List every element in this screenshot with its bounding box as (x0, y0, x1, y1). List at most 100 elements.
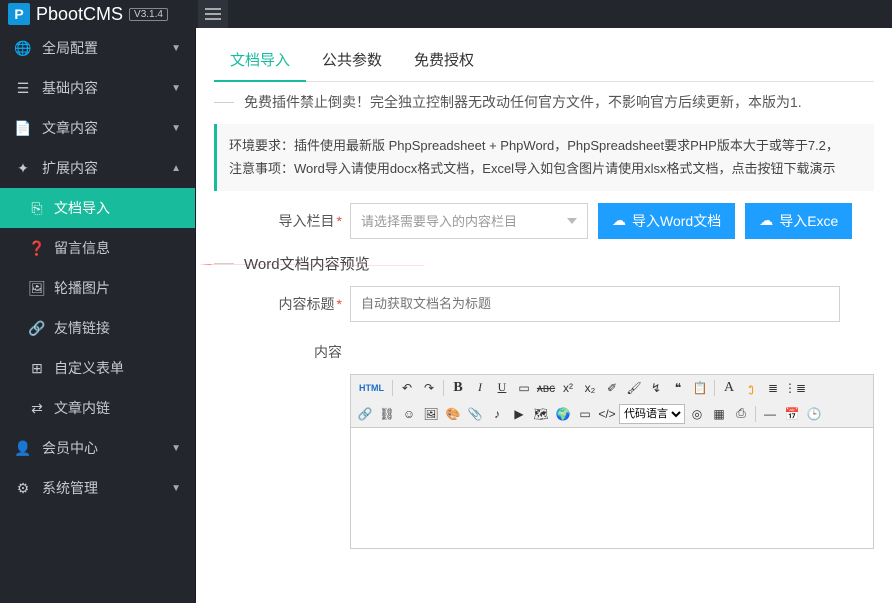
sidebar-item-friendlink[interactable]: 🔗 友情链接 (0, 308, 195, 348)
question-icon: ❓ (28, 240, 46, 257)
editor-emoticon-button[interactable]: ☺ (399, 404, 419, 424)
editor-clearformat-button[interactable]: ✐ (602, 378, 622, 398)
row-content: 内容 (214, 334, 874, 362)
editor-underline-button[interactable]: U (492, 378, 512, 398)
tab-public-param[interactable]: 公共参数 (306, 39, 398, 82)
editor-html-button[interactable]: HTML (355, 378, 388, 398)
select-placeholder: 请选择需要导入的内容栏目 (361, 211, 517, 230)
sidebar-item-docimport[interactable]: ⎘ 文档导入 (0, 188, 195, 228)
import-excel-button[interactable]: ☁ 导入Exce (745, 203, 852, 239)
editor-formatmatch-button[interactable]: 🖌 (624, 378, 644, 398)
cloud-upload-icon: ☁ (759, 212, 773, 229)
copy-icon: ⎘ (28, 200, 46, 217)
tab-docimport[interactable]: 文档导入 (214, 39, 306, 82)
hamburger-icon (205, 8, 221, 20)
editor-video-button[interactable]: ▶ (509, 404, 529, 424)
editor-italic-button[interactable]: I (470, 378, 490, 398)
menu-toggle-button[interactable] (198, 0, 228, 28)
info-line-1: 环境要求：插件使用最新版 PhpSpreadsheet + PhpWord，Ph… (229, 134, 862, 157)
image-icon: 🖼 (28, 280, 46, 297)
sidebar-item-label: 留言信息 (54, 238, 110, 258)
sidebar-item-label: 文档导入 (54, 198, 110, 218)
chevron-up-icon: ▲ (171, 163, 181, 174)
editor-undo-button[interactable]: ↶ (397, 378, 417, 398)
editor-template-button[interactable]: ◎ (687, 404, 707, 424)
editor-strike-button[interactable]: ᴀʙᴄ (536, 378, 556, 398)
sidebar: 🌐 全局配置 ▼ ☰ 基础内容 ▼ 📄 文章内容 ▼ ✦ 扩展内容 ▲ ⎘ (0, 28, 196, 603)
editor-fontborder-button[interactable]: ▭ (514, 378, 534, 398)
editor-date-button[interactable]: 📅 (782, 404, 802, 424)
editor-redo-button[interactable]: ↷ (419, 378, 439, 398)
editor-time-button[interactable]: 🕒 (804, 404, 824, 424)
sidebar-item-article[interactable]: 📄 文章内容 ▼ (0, 108, 195, 148)
sidebar-item-label: 扩展内容 (42, 158, 171, 178)
editor-subscript-button[interactable]: x₂ (580, 378, 600, 398)
editor-content-area[interactable] (351, 428, 873, 548)
sidebar-item-label: 友情链接 (54, 318, 110, 338)
sidebar-item-innerlink[interactable]: ⇄ 文章内链 (0, 388, 195, 428)
editor-attachment-button[interactable]: 📎 (465, 404, 485, 424)
editor-superscript-button[interactable]: x² (558, 378, 578, 398)
editor-unlink-button[interactable]: ⛓ (377, 404, 397, 424)
globe-icon: 🌐 (14, 40, 32, 57)
sidebar-item-global[interactable]: 🌐 全局配置 ▼ (0, 28, 195, 68)
warning-text: 免费插件禁止倒卖！完全独立控制器无改动任何官方文件，不影响官方后续更新，本版为1… (244, 92, 802, 112)
editor-link-button[interactable]: 🔗 (355, 404, 375, 424)
editor-background-button[interactable]: ▦ (709, 404, 729, 424)
sidebar-item-label: 轮播图片 (54, 278, 110, 298)
warning-line: 免费插件禁止倒卖！完全独立控制器无改动任何官方文件，不影响官方后续更新，本版为1… (214, 92, 874, 112)
editor-gmap-button[interactable]: 🌍 (553, 404, 573, 424)
info-line-2: 注意事项：Word导入请使用docx格式文档，Excel导入如包含图片请使用xl… (229, 157, 862, 180)
chevron-down-icon: ▼ (171, 443, 181, 454)
editor-map-button[interactable]: 🗺 (531, 404, 551, 424)
row-content-title: 内容标题* (214, 286, 874, 322)
editor-forecolor-button[interactable]: A (719, 378, 739, 398)
editor-autotypeset-button[interactable]: ↯ (646, 378, 666, 398)
editor-horizontal-button[interactable]: — (760, 404, 780, 424)
editor-backcolor-button[interactable]: ງ (741, 378, 761, 398)
editor-codelang-select[interactable]: 代码语言 (619, 404, 685, 424)
editor-scrawl-button[interactable]: 🎨 (443, 404, 463, 424)
sidebar-item-label: 系统管理 (42, 478, 171, 498)
editor-music-button[interactable]: ♪ (487, 404, 507, 424)
editor-bold-button[interactable]: B (448, 378, 468, 398)
chevron-down-icon: ▼ (171, 483, 181, 494)
chevron-down-icon: ▼ (171, 123, 181, 134)
editor-image-button[interactable]: 🖼 (421, 404, 441, 424)
puzzle-icon: ✦ (14, 160, 32, 177)
button-label: 导入Exce (779, 211, 838, 231)
editor-insertul-button[interactable]: ⋮≣ (785, 378, 805, 398)
input-content-title[interactable] (350, 286, 840, 322)
sidebar-item-label: 会员中心 (42, 438, 171, 458)
sidebar-item-label: 自定义表单 (54, 358, 124, 378)
select-import-column[interactable]: 请选择需要导入的内容栏目 (350, 203, 588, 239)
chevron-down-icon: ▼ (171, 83, 181, 94)
editor-pasteplain-button[interactable]: 📋 (690, 378, 710, 398)
rich-editor[interactable]: HTML ↶ ↷ B I U ▭ ᴀʙᴄ x² x₂ ✐ (350, 374, 874, 549)
editor-insertol-button[interactable]: ≣ (763, 378, 783, 398)
plus-box-icon: ⊞ (28, 360, 46, 377)
editor-insertcode-button[interactable]: </> (597, 404, 617, 424)
sidebar-item-extension[interactable]: ✦ 扩展内容 ▲ (0, 148, 195, 188)
editor-blockquote-button[interactable]: ❝ (668, 378, 688, 398)
sidebar-item-label: 文章内链 (54, 398, 110, 418)
sidebar-item-customform[interactable]: ⊞ 自定义表单 (0, 348, 195, 388)
chevron-down-icon (567, 218, 577, 224)
section-preview-title: Word文档内容预览 (214, 253, 874, 274)
tab-free-license[interactable]: 免费授权 (398, 39, 490, 82)
sidebar-item-system[interactable]: ⚙ 系统管理 ▼ (0, 468, 195, 508)
editor-pagebreak-button[interactable]: ⎙ (731, 404, 751, 424)
topbar: P PbootCMS V3.1.4 (0, 0, 892, 28)
import-word-button[interactable]: ☁ 导入Word文档 (598, 203, 735, 239)
sidebar-item-slideshow[interactable]: 🖼 轮播图片 (0, 268, 195, 308)
gear-icon: ⚙ (14, 480, 32, 497)
sidebar-item-message[interactable]: ❓ 留言信息 (0, 228, 195, 268)
sidebar-item-basic[interactable]: ☰ 基础内容 ▼ (0, 68, 195, 108)
editor-insertframe-button[interactable]: ▭ (575, 404, 595, 424)
logo[interactable]: P PbootCMS V3.1.4 (0, 0, 196, 28)
sidebar-item-label: 文章内容 (42, 118, 171, 138)
sidebar-item-member[interactable]: 👤 会员中心 ▼ (0, 428, 195, 468)
sliders-icon: ☰ (14, 80, 32, 97)
user-icon: 👤 (14, 440, 32, 457)
main-content: 文档导入 公共参数 免费授权 免费插件禁止倒卖！完全独立控制器无改动任何官方文件… (196, 28, 892, 603)
